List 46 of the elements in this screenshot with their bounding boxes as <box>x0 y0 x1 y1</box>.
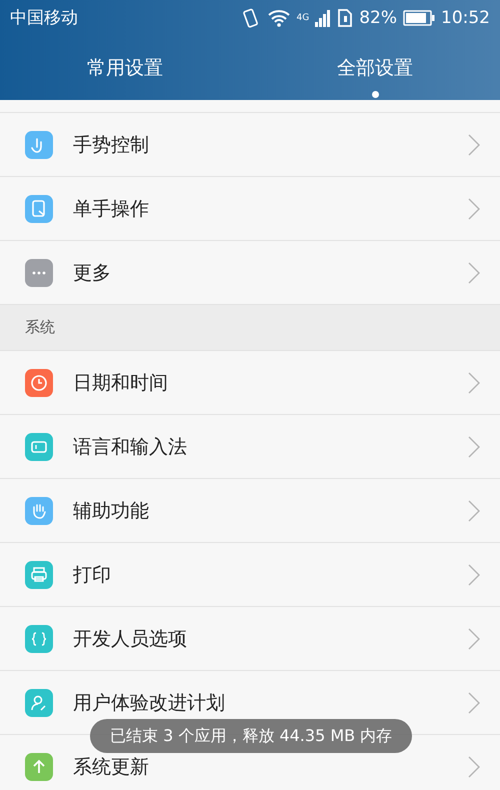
cleanup-toast: 已结束 3 个应用，释放 44.35 MB 内存 <box>90 719 412 753</box>
battery-icon <box>403 10 435 26</box>
settings-row[interactable]: 打印 <box>0 543 500 607</box>
upload-icon <box>25 752 53 780</box>
row-label: 辅助功能 <box>73 498 150 524</box>
chevron-icon <box>468 372 480 394</box>
sim-icon <box>337 8 354 28</box>
chevron-icon <box>468 134 480 156</box>
row-label: 系统更新 <box>73 754 150 780</box>
row-label: 用户体验改进计划 <box>73 690 226 716</box>
chevron-icon <box>468 198 480 220</box>
row-label: 语言和输入法 <box>73 434 188 460</box>
row-label: 开发人员选项 <box>73 626 188 652</box>
clock-icon <box>25 368 53 396</box>
printer-icon <box>25 560 53 588</box>
carrier-name: 中国移动 <box>10 7 78 29</box>
chevron-icon <box>468 692 480 714</box>
section-title: 系统 <box>25 318 55 337</box>
chevron-icon <box>468 564 480 586</box>
settings-row[interactable]: 语言和输入法 <box>0 415 500 479</box>
more-icon <box>25 258 53 286</box>
user-edit-icon <box>25 688 53 716</box>
settings-row[interactable]: 手势控制 <box>0 113 500 177</box>
battery-percent: 82% <box>359 8 397 28</box>
row-label: 日期和时间 <box>73 370 169 396</box>
hand-icon <box>25 496 53 524</box>
wifi-icon <box>266 8 290 28</box>
chevron-icon <box>468 500 480 522</box>
row-label: 单手操作 <box>73 196 150 222</box>
clock-time: 10:52 <box>441 8 490 28</box>
chevron-icon <box>468 262 480 284</box>
settings-tab[interactable]: 常用设置 <box>0 35 250 100</box>
signal-icon <box>315 8 332 26</box>
settings-row[interactable]: 日期和时间 <box>0 351 500 415</box>
braces-icon <box>25 624 53 652</box>
chevron-icon <box>468 436 480 458</box>
chevron-icon <box>468 756 480 778</box>
settings-row[interactable]: 辅助功能 <box>0 479 500 543</box>
row-label: 手势控制 <box>73 132 150 158</box>
row-label: 更多 <box>73 260 112 286</box>
settings-tab[interactable]: 全部设置 <box>250 35 500 100</box>
row-label: 打印 <box>73 562 112 588</box>
settings-row[interactable]: 单手操作 <box>0 177 500 241</box>
network-type: 4G <box>296 12 310 22</box>
chevron-icon <box>468 628 480 650</box>
settings-row[interactable]: 开发人员选项 <box>0 607 500 671</box>
